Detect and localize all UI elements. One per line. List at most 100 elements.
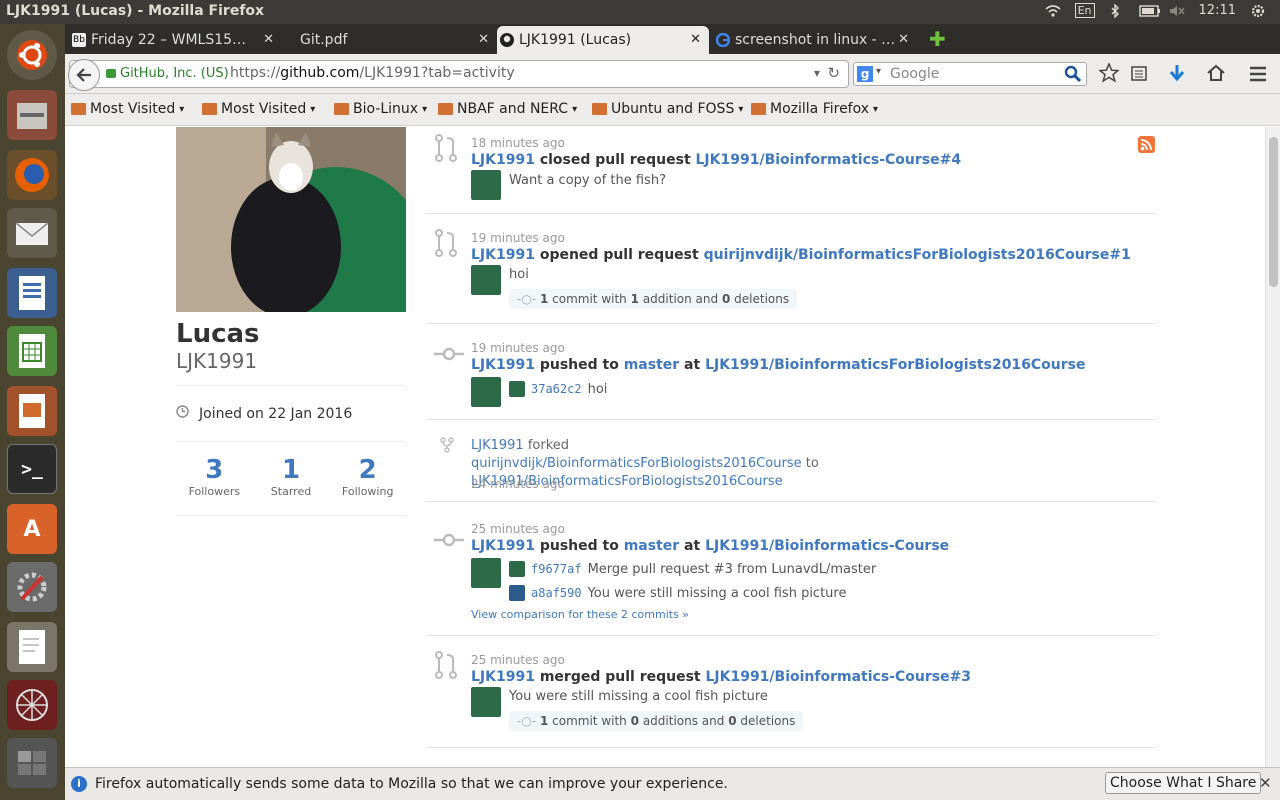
mail-icon[interactable] <box>7 208 57 258</box>
avatar[interactable] <box>471 170 501 200</box>
avatar[interactable] <box>509 381 525 397</box>
user-link[interactable]: LJK1991 <box>471 669 535 685</box>
folder-icon <box>202 103 217 115</box>
close-tab-icon[interactable]: ✕ <box>478 32 489 47</box>
profile-username: LJK1991 <box>176 349 258 373</box>
commit-summary[interactable]: -○- 1 commit with 0 additions and 0 dele… <box>509 711 804 731</box>
new-tab-plus-icon[interactable]: ✚ <box>929 29 946 49</box>
close-tab-icon[interactable]: ✕ <box>690 32 701 47</box>
stat-starred[interactable]: 1 Starred <box>253 455 330 498</box>
download-arrow-icon[interactable] <box>1169 64 1185 86</box>
choose-what-i-share-button[interactable]: Choose What I Share <box>1105 772 1262 794</box>
user-link[interactable]: LJK1991 <box>471 357 535 373</box>
stat-following[interactable]: 2 Following <box>329 455 406 498</box>
lock-icon <box>106 69 116 78</box>
writer-icon[interactable] <box>7 268 57 318</box>
bookmark-nbaf-nerc[interactable]: NBAF and NERC ▾ <box>438 101 577 117</box>
stat-followers[interactable]: 3 Followers <box>176 455 253 498</box>
battery-icon[interactable] <box>1138 4 1160 18</box>
user-link[interactable]: LJK1991 <box>471 247 535 263</box>
scrollbar-thumb[interactable] <box>1269 137 1278 287</box>
bookmark-most-visited-2[interactable]: Most Visited ▾ <box>202 101 315 117</box>
wifi-icon[interactable] <box>1045 4 1061 18</box>
search-input[interactable]: Google <box>890 66 939 82</box>
bookmark-ubuntu-foss[interactable]: Ubuntu and FOSS ▾ <box>592 101 743 117</box>
keyboard-layout-indicator[interactable]: En <box>1074 3 1095 18</box>
tab-git-pdf[interactable]: Git.pdf ✕ <box>282 26 497 54</box>
tab-google-search[interactable]: screenshot in linux - … ✕ <box>713 26 917 54</box>
bookmark-bio-linux[interactable]: Bio-Linux ▾ <box>334 101 427 117</box>
software-center-icon[interactable]: A <box>7 504 57 554</box>
reading-list-icon[interactable] <box>1131 65 1147 85</box>
avatar[interactable] <box>509 585 525 601</box>
history-dropdown-icon[interactable]: ▾ <box>814 66 820 80</box>
repo-link[interactable]: LJK1991/Bioinformatics-Course#4 <box>696 152 962 168</box>
magnifier-icon[interactable] <box>1064 65 1082 87</box>
page-scrollbar[interactable] <box>1265 127 1280 767</box>
commit-sha[interactable]: 37a62c2 <box>531 382 582 396</box>
ubuntu-dash-icon[interactable] <box>7 30 57 80</box>
user-link[interactable]: LJK1991 <box>471 538 535 554</box>
back-arrow-icon[interactable] <box>68 59 100 91</box>
url-bar[interactable]: GitHub, Inc. (US) https://github.com/LJK… <box>68 59 849 91</box>
user-link[interactable]: LJK1991 <box>471 152 535 168</box>
site-identity[interactable]: GitHub, Inc. (US) <box>120 66 229 81</box>
volume-muted-icon[interactable] <box>1169 4 1185 18</box>
bookmark-star-icon[interactable] <box>1098 62 1120 87</box>
branch-link[interactable]: master <box>624 538 679 554</box>
workspace-switcher-icon[interactable] <box>7 738 57 788</box>
profile-avatar[interactable] <box>176 127 406 312</box>
commit-sha[interactable]: a8af590 <box>531 586 582 600</box>
impress-icon[interactable] <box>7 386 57 436</box>
commit-summary[interactable]: -○- 1 commit with 1 addition and 0 delet… <box>509 289 798 309</box>
repo-link[interactable]: LJK1991/Bioinformatics-Course#3 <box>705 669 971 685</box>
url-text[interactable]: https://github.com/LJK1991?tab=activity <box>230 65 515 81</box>
avatar[interactable] <box>471 558 501 588</box>
repo-link[interactable]: quirijnvdijk/BioinformaticsForBiologists… <box>704 247 1131 263</box>
repo-link[interactable]: LJK1991/Bioinformatics-Course <box>705 538 949 554</box>
terminal-icon[interactable]: >_ <box>7 444 57 494</box>
bookmark-mozilla-firefox[interactable]: Mozilla Firefox ▾ <box>751 101 878 117</box>
firefox-icon[interactable] <box>7 150 57 200</box>
event-body: Want a copy of the fish? <box>509 173 666 188</box>
tab-blackboard[interactable]: Bb Friday 22 – WMLS15… ✕ <box>69 26 282 54</box>
reload-icon[interactable]: ↻ <box>827 64 840 82</box>
hamburger-menu-icon[interactable] <box>1249 66 1267 86</box>
user-link[interactable]: LJK1991 <box>471 438 524 453</box>
repo-link[interactable]: quirijnvdijk/BioinformaticsForBiologists… <box>471 456 802 471</box>
avatar[interactable] <box>509 561 525 577</box>
bluetooth-icon[interactable] <box>1109 2 1125 19</box>
chevron-down-icon: ▾ <box>310 103 316 115</box>
activity-event: 19 minutes ago LJK1991 pushed to master … <box>426 324 1156 420</box>
avatar[interactable] <box>471 377 501 407</box>
network-app-icon[interactable] <box>7 680 57 730</box>
search-engine-icon[interactable]: g <box>857 66 873 82</box>
bookmarks-toolbar: Most Visited ▾ Most Visited ▾ Bio-Linux ▾ N… <box>65 94 1280 126</box>
tab-github[interactable]: LJK1991 (Lucas) ✕ <box>497 26 709 54</box>
calc-icon[interactable] <box>7 326 57 376</box>
tab-label: Git.pdf <box>300 32 348 48</box>
profile-stats: 3 Followers 1 Starred 2 Following <box>176 455 406 498</box>
files-icon[interactable] <box>7 90 57 140</box>
folder-icon <box>751 103 766 115</box>
avatar[interactable] <box>471 687 501 717</box>
repo-link[interactable]: LJK1991/BioinformaticsForBiologists2016C… <box>705 357 1085 373</box>
compare-link[interactable]: View comparison for these 2 commits » <box>471 608 689 621</box>
info-icon: i <box>71 776 87 792</box>
bookmark-most-visited-1[interactable]: Most Visited ▾ <box>71 101 184 117</box>
event-body: You were still missing a cool fish pictu… <box>509 689 768 704</box>
system-settings-icon[interactable] <box>7 562 57 612</box>
home-icon[interactable] <box>1207 64 1225 86</box>
avatar[interactable] <box>471 265 501 295</box>
clock[interactable]: 12:11 <box>1199 3 1236 18</box>
notification-text: Firefox automatically sends some data to… <box>95 776 728 792</box>
branch-link[interactable]: master <box>624 357 679 373</box>
search-bar[interactable]: g ▾ Google <box>853 62 1087 86</box>
close-icon[interactable]: ✕ <box>1259 774 1272 792</box>
text-editor-icon[interactable] <box>7 622 57 672</box>
close-tab-icon[interactable]: ✕ <box>263 32 274 47</box>
close-tab-icon[interactable]: ✕ <box>898 32 909 47</box>
commit-sha[interactable]: f9677af <box>531 562 582 576</box>
gear-icon[interactable] <box>1250 4 1266 18</box>
chevron-down-icon[interactable]: ▾ <box>876 66 881 77</box>
